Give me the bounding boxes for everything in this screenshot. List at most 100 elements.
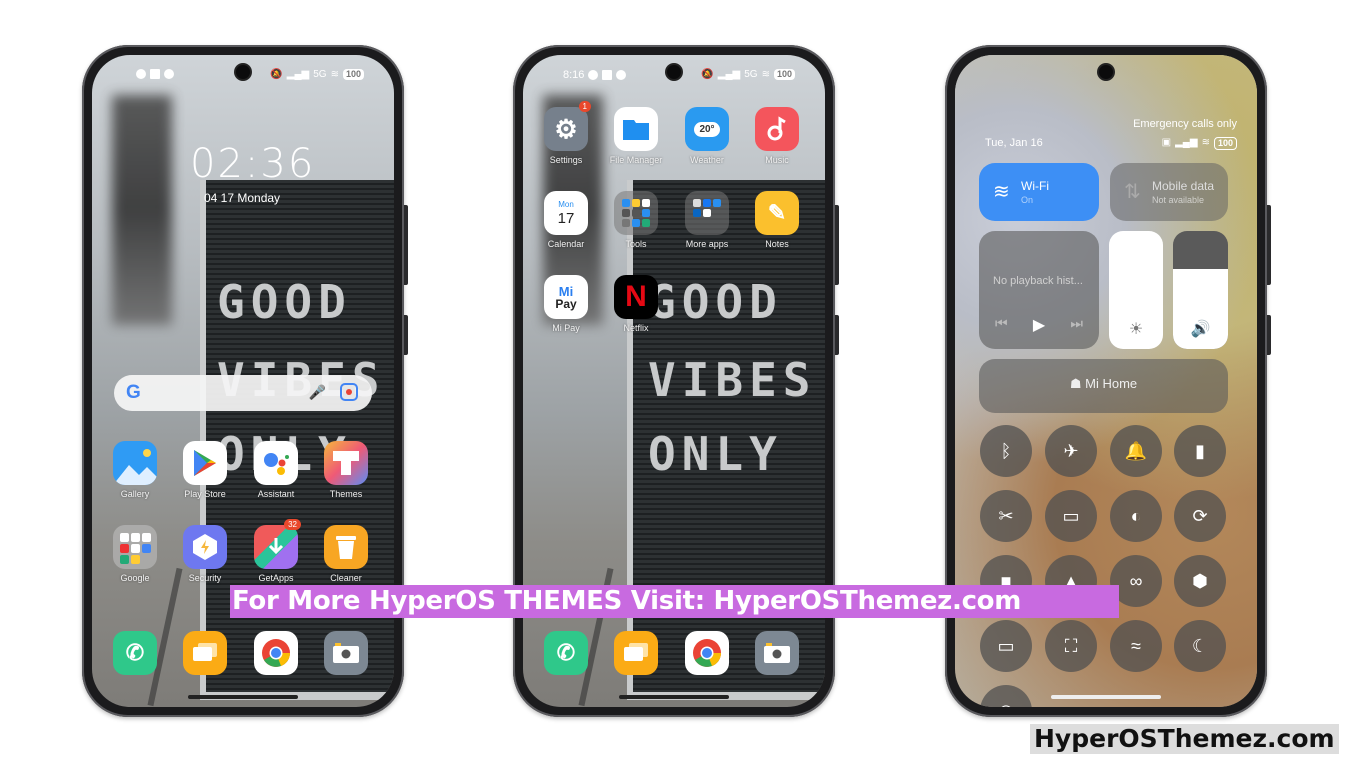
mi-home-button[interactable]: ☗ Mi Home [979, 359, 1228, 413]
app-folder-more-apps[interactable]: More apps [672, 191, 742, 249]
app-play-store[interactable]: Play Store [170, 441, 240, 499]
dock-chrome[interactable] [672, 631, 742, 675]
google-search-bar[interactable]: G 🎤 [114, 375, 372, 411]
quick-toggle-dark-mode[interactable]: ◐ [1110, 490, 1162, 542]
app-label: Assistant [257, 489, 295, 499]
app-label: Tools [625, 239, 647, 249]
app-netflix[interactable]: N Netflix [601, 275, 671, 333]
dock-messages[interactable] [170, 631, 240, 675]
battery-icon: 100 [773, 69, 795, 80]
signal-icon: ▂▄▆ [717, 69, 741, 80]
volume-slider[interactable]: 🔊 [1173, 231, 1228, 349]
network-type: 5G [744, 69, 758, 80]
quick-toggle-card[interactable]: ▭ [980, 620, 1032, 672]
front-camera [1099, 65, 1113, 79]
quick-toggle-rotation-lock[interactable]: ⟳ [1174, 490, 1226, 542]
play-icon[interactable]: ▶ [1033, 315, 1045, 335]
app-mi-pay[interactable]: Mi Pay Mi Pay [531, 275, 601, 333]
notification-icon [136, 69, 146, 79]
home-indicator[interactable] [1051, 695, 1161, 699]
quick-toggle-moon[interactable]: ☾ [1174, 620, 1226, 672]
volume-button [1267, 205, 1271, 285]
signal-icon: ▂▄▆ [1175, 137, 1198, 148]
folder-icon [685, 191, 729, 235]
quick-toggle-bell[interactable]: 🔔 [1110, 425, 1162, 477]
app-folder-tools[interactable]: Tools [601, 191, 671, 249]
next-icon[interactable]: ⏭ [1070, 315, 1083, 335]
app-notes[interactable]: ✎ Notes [742, 191, 812, 249]
camera-icon [755, 631, 799, 675]
mobile-data-title: Mobile data [1152, 179, 1215, 193]
app-music[interactable]: Music [742, 107, 812, 165]
quick-toggle-nfc[interactable]: ≈ [1110, 620, 1162, 672]
wifi-toggle[interactable]: ≋ Wi-Fi On [979, 163, 1099, 221]
app-cleaner[interactable]: Cleaner [311, 525, 381, 583]
dock-camera[interactable] [742, 631, 812, 675]
quick-toggle-bluetooth[interactable]: ᛒ [980, 425, 1032, 477]
volume-button [835, 205, 839, 285]
brightness-slider[interactable]: ☀ [1109, 231, 1163, 349]
messages-icon [614, 631, 658, 675]
chrome-icon [685, 631, 729, 675]
app-gallery[interactable]: Gallery [100, 441, 170, 499]
media-player[interactable]: No playback hist... ⏮ ▶ ⏭ [979, 231, 1099, 349]
app-getapps[interactable]: 32 GetApps [241, 519, 311, 583]
folder-icon [113, 525, 157, 569]
power-button [404, 315, 408, 355]
nfc-icon: ▣ [1161, 137, 1172, 148]
app-label: Netflix [623, 323, 649, 333]
dock-phone[interactable]: ✆ [100, 631, 170, 675]
dock-messages[interactable] [601, 631, 671, 675]
app-label: Weather [690, 155, 724, 165]
dock-phone[interactable]: ✆ [531, 631, 601, 675]
status-time: 8:16 [563, 69, 585, 81]
settings-hex-icon: ⬢ [1192, 570, 1208, 591]
app-label: GetApps [258, 573, 294, 583]
app-assistant[interactable]: Assistant [241, 441, 311, 499]
notification-icon [150, 69, 160, 79]
notification-badge: 32 [284, 519, 301, 530]
bell-icon: 🔔 [1124, 440, 1148, 461]
wifi-status: On [1021, 195, 1034, 205]
app-themes[interactable]: Themes [311, 441, 381, 499]
app-security[interactable]: Security [170, 525, 240, 583]
app-weather[interactable]: 20° Weather [672, 107, 742, 165]
quick-toggle-airplane[interactable]: ✈ [1045, 425, 1097, 477]
screenshot-icon: ✂ [998, 505, 1014, 526]
gallery-icon [113, 441, 157, 485]
mobile-data-toggle[interactable]: ⇅ Mobile data Not available [1110, 163, 1228, 221]
dock-camera[interactable] [311, 631, 381, 675]
notification-icon [616, 70, 627, 80]
card-icon: ▭ [997, 635, 1015, 656]
app-folder-google[interactable]: Google [100, 525, 170, 583]
board-text: VIBES [648, 353, 817, 407]
messages-icon [183, 631, 227, 675]
network-type: 5G [313, 69, 327, 80]
home-indicator[interactable] [619, 695, 729, 699]
volume-icon: 🔊 [1190, 321, 1211, 338]
app-label: Gallery [120, 489, 150, 499]
assistant-icon [254, 441, 298, 485]
app-label: Play Store [184, 489, 226, 499]
quick-toggle-settings-hex[interactable]: ⬢ [1174, 555, 1226, 607]
board-text: ONLY [648, 427, 783, 481]
microphone-icon[interactable]: 🎤 [309, 384, 326, 401]
lens-icon[interactable] [340, 383, 358, 401]
app-file-manager[interactable]: File Manager [601, 107, 671, 165]
app-label: Music [765, 155, 789, 165]
power-button [835, 315, 839, 355]
dock-chrome[interactable] [241, 631, 311, 675]
previous-icon[interactable]: ⏮ [995, 315, 1008, 335]
quick-toggle-scanner[interactable]: ⛶ [1045, 620, 1097, 672]
app-settings[interactable]: 1 ⚙ Settings [531, 101, 601, 165]
app-calendar[interactable]: Mon 17 Calendar [531, 191, 601, 249]
volume-button [404, 205, 408, 285]
wifi-icon: ≋ [330, 69, 339, 80]
home-indicator[interactable] [188, 695, 298, 699]
quick-toggle-screenshot[interactable]: ✂ [980, 490, 1032, 542]
quick-toggle-battery-saver[interactable]: ▭ [1045, 490, 1097, 542]
notification-badge: 1 [578, 101, 591, 112]
wifi-icon: ≋ [1201, 137, 1210, 148]
phone-icon: ✆ [544, 631, 588, 675]
quick-toggle-flashlight[interactable]: ▮ [1174, 425, 1226, 477]
